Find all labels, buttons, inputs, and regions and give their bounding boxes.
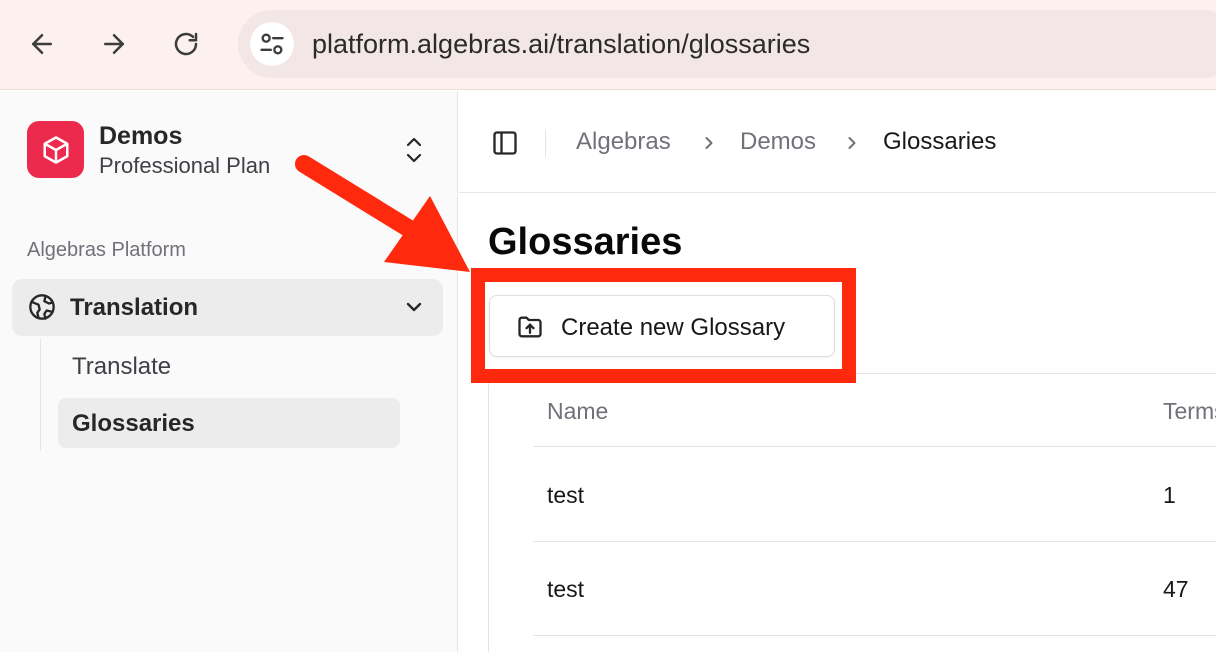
browser-toolbar: platform.algebras.ai/translation/glossar…	[0, 0, 1216, 90]
cube-icon	[43, 135, 68, 164]
row-divider	[533, 635, 1216, 636]
url-text: platform.algebras.ai/translation/glossar…	[312, 29, 811, 59]
cell-name: test	[547, 482, 585, 508]
globe-icon	[29, 294, 55, 320]
tune-icon	[260, 33, 284, 55]
page-title: Glossaries	[488, 221, 683, 263]
org-plan: Professional Plan	[99, 153, 271, 178]
sidebar-item-label: Translate	[72, 353, 172, 380]
submenu-divider	[40, 339, 41, 451]
sidebar-item-glossaries[interactable]: Glossaries	[58, 398, 400, 448]
arrow-right-icon	[104, 34, 124, 54]
column-header-name[interactable]: Name	[547, 398, 608, 425]
org-logo	[27, 121, 84, 178]
reload-icon	[174, 32, 198, 56]
chevron-right-icon	[848, 137, 856, 149]
cell-terms: 1	[1163, 482, 1176, 508]
chevron-right-icon	[705, 137, 713, 149]
cell-terms: 47	[1163, 576, 1189, 602]
site-settings-button[interactable]	[250, 22, 294, 66]
sidebar-item-label: Translation	[70, 294, 199, 321]
cell-name: test	[547, 576, 585, 602]
breadcrumb-algebras[interactable]: Algebras	[576, 128, 671, 156]
annotation-arrow-icon	[295, 155, 470, 272]
column-header-terms[interactable]: Terms	[1163, 398, 1216, 425]
sidebar-item-translation[interactable]: Translation	[12, 279, 443, 336]
header-divider	[545, 129, 546, 157]
forward-button[interactable]	[94, 24, 134, 64]
org-name: Demos	[99, 122, 183, 150]
section-label: Algebras Platform	[27, 239, 186, 261]
address-bar[interactable]: platform.algebras.ai/translation/glossar…	[238, 10, 1216, 78]
reload-button[interactable]	[166, 24, 206, 64]
arrow-left-icon	[32, 34, 52, 54]
sidebar-item-translate[interactable]: Translate	[58, 341, 400, 391]
sidebar-item-label: Glossaries	[72, 410, 195, 437]
main-header: Algebras Demos Glossaries	[459, 91, 1216, 193]
create-glossary-label: Create new Glossary	[561, 314, 786, 341]
sidebar-toggle-icon[interactable]	[491, 129, 519, 157]
row-divider	[533, 541, 1216, 542]
chevron-down-icon	[406, 302, 422, 312]
folder-upload-icon	[518, 316, 542, 338]
glossaries-table: Name Terms test 1 test 47	[488, 373, 1216, 652]
breadcrumb-glossaries: Glossaries	[883, 128, 997, 155]
breadcrumb-demos[interactable]: Demos	[740, 128, 816, 156]
create-glossary-button[interactable]: Create new Glossary	[489, 295, 835, 357]
back-button[interactable]	[22, 24, 62, 64]
row-divider	[533, 446, 1216, 447]
